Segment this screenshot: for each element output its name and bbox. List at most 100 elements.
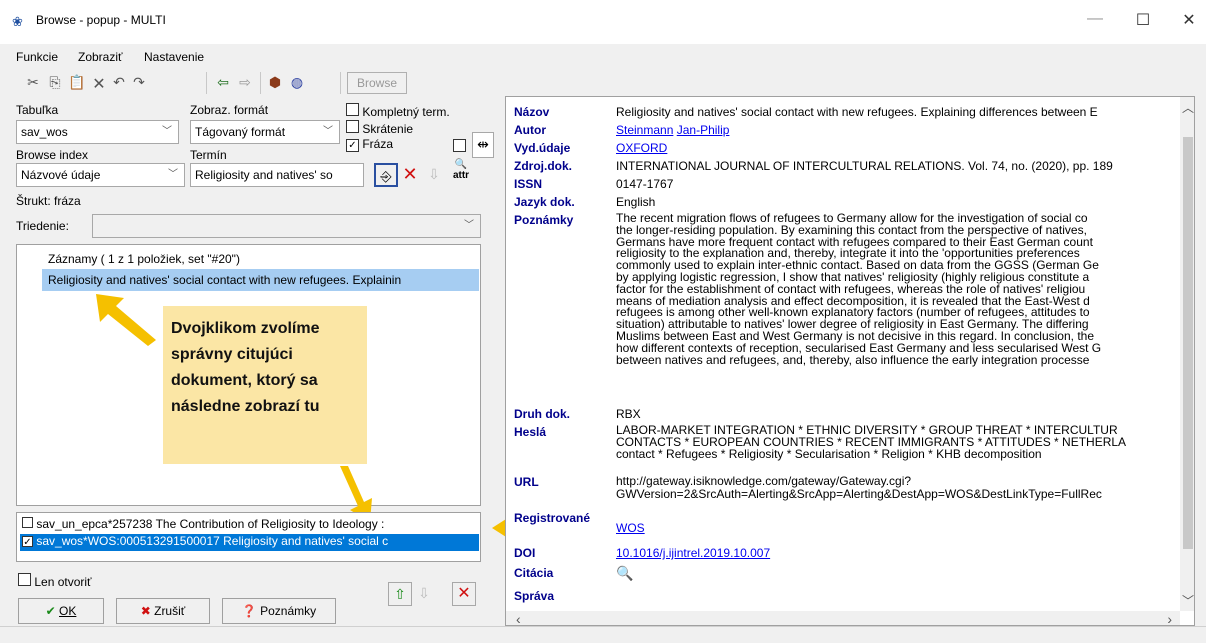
complete-term-option[interactable]: Kompletný term. bbox=[346, 103, 450, 119]
delete-icon[interactable]: ✕ bbox=[90, 74, 108, 93]
browse-index-select[interactable]: Názvové údaje ﹀ bbox=[16, 163, 185, 187]
window-title: Browse - popup - MULTI bbox=[36, 13, 166, 27]
notes-field-label: Poznámky bbox=[514, 213, 574, 227]
open-only-option[interactable]: Len otvoriť bbox=[18, 573, 92, 589]
citing-doc-checkbox[interactable] bbox=[22, 517, 33, 528]
shortening-option[interactable]: Skrátenie bbox=[346, 120, 413, 136]
chevron-down-icon: ﹀ bbox=[323, 126, 333, 137]
menu-zobrazit[interactable]: Zobraziť bbox=[78, 50, 123, 64]
open-only-label: Len otvoriť bbox=[34, 575, 92, 589]
phrase-checkbox[interactable]: ✓ bbox=[346, 139, 359, 152]
format-select-value: Tágovaný formát bbox=[195, 125, 286, 139]
term-input[interactable]: Religiosity and natives' so bbox=[190, 163, 364, 187]
toolbar-separator bbox=[340, 72, 341, 94]
author-link[interactable]: Jan-Philip bbox=[677, 123, 730, 137]
notes-button[interactable]: ❓ Poznámky bbox=[222, 598, 336, 624]
author-link[interactable]: Steinmann bbox=[616, 123, 673, 137]
close-button[interactable]: ✕ bbox=[1174, 10, 1204, 34]
cut-icon[interactable]: ✂ bbox=[24, 74, 42, 92]
source-field-value: INTERNATIONAL JOURNAL OF INTERCULTURAL R… bbox=[616, 159, 1113, 173]
chevron-down-icon: ﹀ bbox=[464, 220, 474, 231]
attr-search-icon[interactable]: 🔍 attr bbox=[446, 159, 476, 183]
package-icon[interactable]: ⬢ bbox=[266, 74, 284, 92]
source-field-label: Zdroj.dok. bbox=[514, 159, 572, 173]
format-select[interactable]: Tágovaný formát ﹀ bbox=[190, 120, 340, 144]
language-field-label: Jazyk dok. bbox=[514, 195, 575, 209]
vertical-scrollbar[interactable]: ︿ ﹀ bbox=[1180, 97, 1194, 611]
phrase-option[interactable]: ✓ Fráza bbox=[346, 137, 393, 152]
scroll-right-icon[interactable]: › bbox=[1167, 611, 1172, 625]
back-arrow-icon[interactable]: ⇦ bbox=[214, 74, 232, 92]
undo-icon[interactable]: ↶ bbox=[110, 74, 128, 92]
down-icon[interactable]: ⇩ bbox=[422, 163, 446, 187]
table-select[interactable]: sav_wos ﹀ bbox=[16, 120, 179, 144]
x-icon: ✖ bbox=[140, 604, 151, 618]
record-detail-pane[interactable]: Názov Religiosity and natives' social co… bbox=[505, 96, 1195, 626]
keywords-field-label: Heslá bbox=[514, 425, 547, 439]
table-select-value: sav_wos bbox=[21, 125, 68, 139]
title-field-label: Názov bbox=[514, 105, 550, 119]
extra-checkbox[interactable] bbox=[453, 139, 466, 152]
doi-link[interactable]: 10.1016/j.ijintrel.2019.10.007 bbox=[616, 546, 770, 560]
notes-label: Poznámky bbox=[260, 604, 317, 618]
redo-icon[interactable]: ↷ bbox=[130, 74, 148, 92]
paste-icon[interactable]: 📋 bbox=[68, 74, 86, 92]
keywords-field-value: LABOR-MARKET INTEGRATION * ETHNIC DIVERS… bbox=[616, 423, 1127, 461]
scroll-left-icon[interactable]: ‹ bbox=[516, 611, 521, 625]
split-arrows-icon[interactable]: ⇹ bbox=[472, 132, 494, 158]
records-header: Záznamy ( 1 z 1 položiek, set "#20") bbox=[48, 252, 240, 266]
magnifier-icon[interactable]: 🔍 bbox=[616, 565, 633, 582]
scroll-up-icon[interactable]: ︿ bbox=[1182, 99, 1194, 116]
doctype-field-label: Druh dok. bbox=[514, 407, 570, 421]
registered-field-label: Registrované bbox=[514, 511, 591, 525]
phrase-label: Fráza bbox=[362, 137, 394, 151]
shortening-label: Skrátenie bbox=[362, 122, 414, 136]
doctype-field-value: RBX bbox=[616, 407, 641, 421]
table-label: Tabuľka bbox=[16, 103, 59, 117]
remove-icon[interactable]: ✕ bbox=[452, 582, 476, 606]
horizontal-scrollbar[interactable]: ‹ › bbox=[506, 611, 1180, 625]
registered-link[interactable]: WOS bbox=[616, 521, 645, 535]
browse-index-value: Názvové údaje bbox=[21, 168, 101, 182]
app-icon: ❀ bbox=[12, 14, 23, 29]
term-label: Termín bbox=[190, 148, 227, 162]
chevron-down-icon: ﹀ bbox=[162, 126, 172, 137]
sort-label: Triedenie: bbox=[16, 219, 69, 233]
citation-field-label: Citácia bbox=[514, 566, 554, 580]
menu-funkcie[interactable]: Funkcie bbox=[16, 50, 58, 64]
toolbar-separator bbox=[260, 72, 261, 94]
sort-select[interactable]: ﹀ bbox=[92, 214, 481, 238]
help-icon: ❓ bbox=[241, 604, 257, 618]
complete-term-checkbox[interactable] bbox=[346, 103, 359, 116]
move-up-icon[interactable]: ⇧ bbox=[388, 582, 412, 606]
publisher-link[interactable]: OXFORD bbox=[616, 141, 667, 155]
clear-icon[interactable]: ✕ bbox=[398, 163, 422, 187]
browse-button[interactable]: Browse bbox=[347, 72, 407, 94]
forward-arrow-icon[interactable]: ⇨ bbox=[236, 74, 254, 92]
maximize-button[interactable]: ☐ bbox=[1128, 10, 1158, 34]
scroll-down-icon[interactable]: ﹀ bbox=[1182, 592, 1194, 609]
issn-field-label: ISSN bbox=[514, 177, 543, 191]
move-down-icon[interactable]: ⇩ bbox=[412, 582, 436, 606]
complete-term-label: Kompletný term. bbox=[362, 105, 450, 119]
status-bar bbox=[0, 626, 1206, 643]
shortening-checkbox[interactable] bbox=[346, 120, 359, 133]
citing-doc-row[interactable]: sav_un_epca*257238 The Contribution of R… bbox=[22, 517, 384, 531]
search-globe-icon[interactable]: ◍ bbox=[288, 74, 306, 92]
citing-doc-row-selected[interactable]: ✓ sav_wos*WOS:000513291500017 Religiosit… bbox=[20, 534, 479, 551]
report-field-label: Správa bbox=[514, 589, 555, 603]
notes-field-value: The recent migration flows of refugees t… bbox=[616, 211, 1102, 367]
select-icon[interactable]: ⎆ bbox=[374, 163, 398, 187]
menu-nastavenie[interactable]: Nastavenie bbox=[144, 50, 204, 64]
cancel-button[interactable]: ✖ Zrušiť bbox=[116, 598, 210, 624]
url-field-value: http://gateway.isiknowledge.com/gateway/… bbox=[616, 474, 1102, 501]
copy-icon[interactable]: ⎘ bbox=[46, 74, 64, 92]
citing-doc-text: sav_un_epca*257238 The Contribution of R… bbox=[36, 517, 385, 531]
issn-field-value: 0147-1767 bbox=[616, 177, 674, 191]
open-only-checkbox[interactable] bbox=[18, 573, 31, 586]
scrollbar-thumb[interactable] bbox=[1183, 137, 1193, 549]
citing-doc-checkbox[interactable]: ✓ bbox=[22, 536, 33, 548]
ok-button[interactable]: ✔ OK bbox=[18, 598, 104, 624]
toolbar-separator bbox=[206, 72, 207, 94]
minimize-button[interactable]: — bbox=[1080, 10, 1110, 34]
